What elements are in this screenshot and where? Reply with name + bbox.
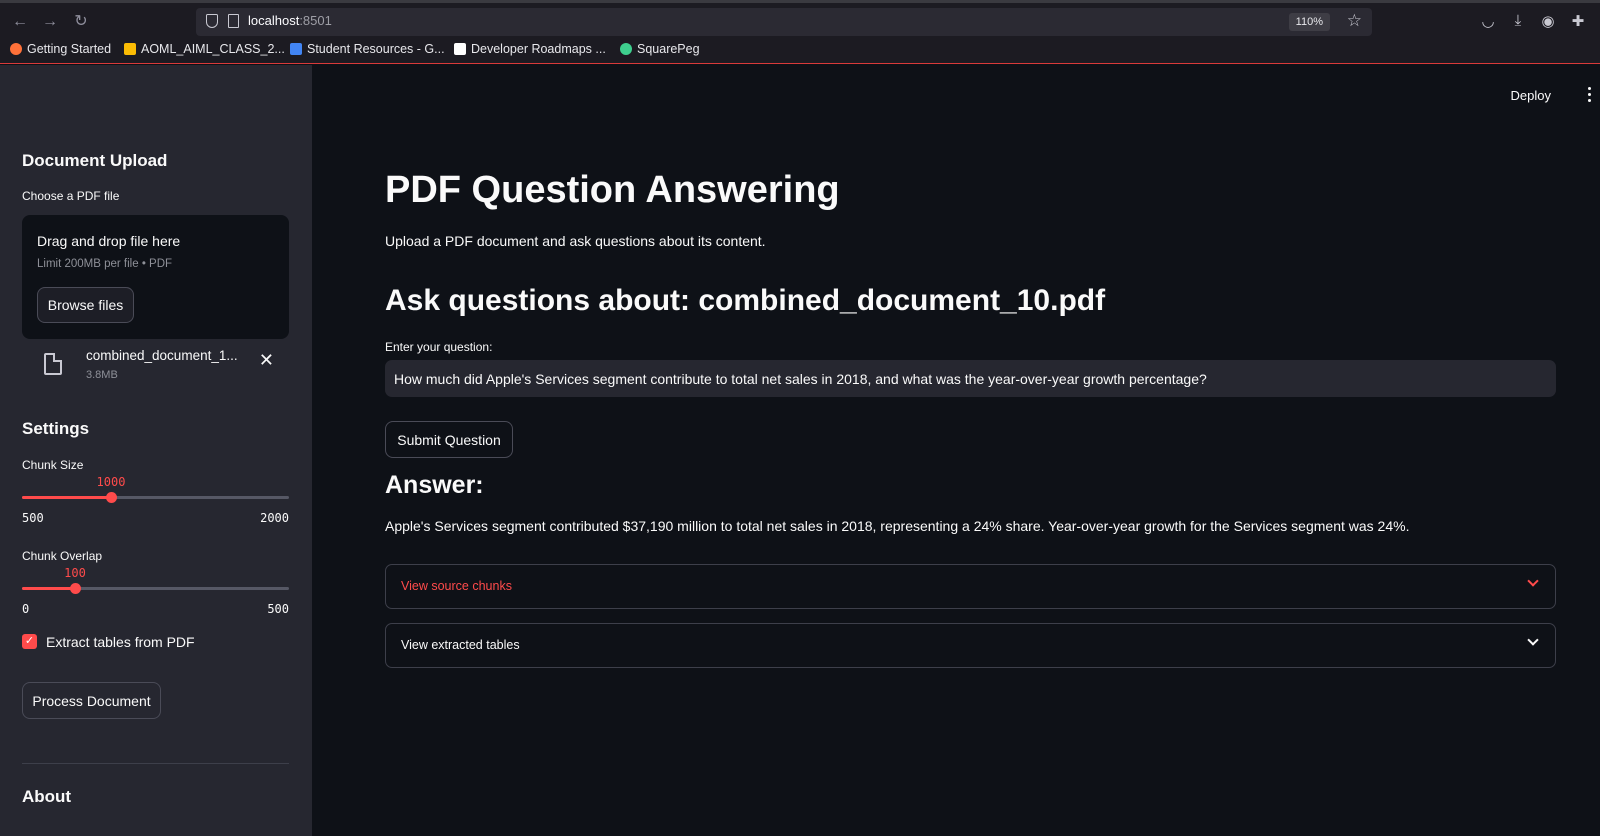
bookmark-item[interactable]: Developer Roadmaps ... bbox=[454, 42, 606, 56]
download-icon[interactable]: ⤓ bbox=[1508, 12, 1528, 29]
answer-text: Apple's Services segment contributed $37… bbox=[385, 518, 1410, 534]
chevron-down-icon bbox=[1527, 575, 1539, 587]
file-size: 3.8MB bbox=[86, 369, 118, 381]
upload-heading: Document Upload bbox=[22, 151, 168, 170]
slider-fill bbox=[22, 496, 111, 499]
source-chunks-expander[interactable]: View source chunks bbox=[385, 564, 1556, 609]
extract-tables-checkbox[interactable]: ✓ bbox=[22, 634, 37, 649]
firefox-icon bbox=[10, 43, 22, 55]
bookmark-item[interactable]: Getting Started bbox=[10, 42, 111, 56]
slider-thumb[interactable] bbox=[70, 583, 81, 594]
slider-value: 100 bbox=[64, 566, 86, 580]
main-content: Deploy PDF Question Answering Upload a P… bbox=[312, 65, 1600, 836]
about-heading: About bbox=[22, 787, 72, 806]
chevron-down-icon bbox=[1527, 634, 1539, 646]
settings-heading: Settings bbox=[22, 419, 90, 438]
browser-toolbar: ← → ↻ localhost:8501 110% ☆ ◡ ⤓ ◉ ✚ bbox=[0, 0, 1600, 38]
bookmark-item[interactable]: SquarePeg bbox=[620, 42, 700, 56]
choose-file-label: Choose a PDF file bbox=[22, 189, 120, 203]
url-text: localhost:8501 bbox=[248, 13, 332, 28]
shield-icon[interactable] bbox=[206, 14, 218, 28]
extracted-tables-expander[interactable]: View extracted tables bbox=[385, 623, 1556, 668]
main-menu-icon[interactable] bbox=[1588, 87, 1592, 103]
expander-label: View extracted tables bbox=[401, 638, 520, 652]
chunk-overlap-label: Chunk Overlap bbox=[22, 549, 103, 563]
answer-heading: Answer: bbox=[385, 471, 484, 499]
file-icon bbox=[44, 353, 62, 375]
chunk-overlap-slider[interactable]: 100 0 500 bbox=[22, 566, 289, 619]
browse-files-button[interactable]: Browse files bbox=[37, 287, 134, 323]
slider-fill bbox=[22, 587, 75, 590]
squarepeg-icon bbox=[620, 43, 632, 55]
question-label: Enter your question: bbox=[385, 340, 493, 354]
bookmark-item[interactable]: Student Resources - G... bbox=[290, 42, 445, 56]
expander-label: View source chunks bbox=[401, 579, 512, 593]
dropzone-limit: Limit 200MB per file • PDF bbox=[37, 258, 173, 270]
extensions-icon[interactable]: ✚ bbox=[1568, 12, 1588, 30]
slider-thumb[interactable] bbox=[106, 492, 117, 503]
page-title: PDF Question Answering bbox=[385, 169, 840, 211]
dropzone-title: Drag and drop file here bbox=[37, 233, 181, 249]
slider-min: 500 bbox=[22, 511, 44, 525]
file-dropzone[interactable]: Drag and drop file here Limit 200MB per … bbox=[22, 215, 289, 339]
slider-max: 500 bbox=[267, 602, 289, 616]
process-document-button[interactable]: Process Document bbox=[22, 682, 161, 719]
account-icon[interactable]: ◉ bbox=[1538, 12, 1558, 30]
zoom-indicator[interactable]: 110% bbox=[1288, 13, 1330, 31]
deploy-button[interactable]: Deploy bbox=[1511, 88, 1551, 103]
bookmark-star-icon[interactable]: ☆ bbox=[1347, 11, 1362, 31]
roadmap-icon bbox=[454, 43, 466, 55]
file-name: combined_document_1... bbox=[86, 348, 238, 363]
chunk-size-slider[interactable]: 1000 500 2000 bbox=[22, 475, 289, 528]
ask-heading: Ask questions about: combined_document_1… bbox=[385, 284, 1106, 317]
drive-icon bbox=[124, 43, 136, 55]
drive-icon bbox=[290, 43, 302, 55]
bookmark-item[interactable]: AOML_AIML_CLASS_2... bbox=[124, 42, 285, 56]
uploaded-file: combined_document_1... 3.8MB ✕ bbox=[22, 347, 289, 391]
pocket-icon[interactable]: ◡ bbox=[1478, 12, 1498, 30]
sidebar-divider bbox=[22, 763, 289, 764]
submit-question-button[interactable]: Submit Question bbox=[385, 421, 513, 458]
remove-file-icon[interactable]: ✕ bbox=[259, 350, 274, 371]
sidebar: Document Upload Choose a PDF file Drag a… bbox=[0, 65, 312, 836]
question-input[interactable] bbox=[385, 360, 1556, 397]
slider-min: 0 bbox=[22, 602, 30, 616]
address-bar[interactable]: localhost:8501 110% ☆ bbox=[196, 8, 1372, 36]
forward-icon[interactable]: → bbox=[39, 11, 61, 33]
extract-tables-label[interactable]: Extract tables from PDF bbox=[46, 634, 195, 650]
slider-max: 2000 bbox=[260, 511, 289, 525]
page-icon bbox=[228, 14, 239, 28]
slider-value: 1000 bbox=[96, 475, 126, 489]
page-subtitle: Upload a PDF document and ask questions … bbox=[385, 233, 766, 249]
reload-icon[interactable]: ↻ bbox=[70, 11, 92, 33]
chunk-size-label: Chunk Size bbox=[22, 458, 84, 472]
bookmarks-bar: Getting Started AOML_AIML_CLASS_2... Stu… bbox=[0, 38, 1600, 64]
back-icon[interactable]: ← bbox=[9, 11, 31, 33]
